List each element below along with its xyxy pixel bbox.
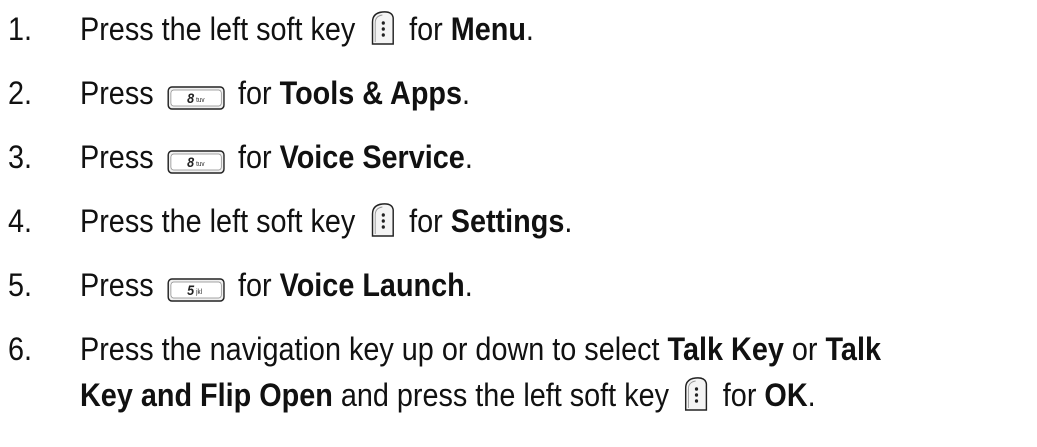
step-number: 2. [8, 75, 33, 111]
step-instruction: Press the left soft key [80, 11, 356, 47]
voice-service-target: Voice Service [279, 139, 465, 175]
left-soft-key-icon [369, 202, 396, 238]
step-connector: for [238, 139, 272, 175]
step-instruction: Press [80, 139, 154, 175]
step-text: Press 5 jkl for Voice Launch. [80, 262, 931, 308]
step-or: or [791, 331, 818, 367]
step-text: Press the left soft key for Menu. [80, 6, 931, 52]
step-number: 5. [8, 267, 33, 303]
key-5-jkl-icon: 5 jkl [167, 278, 225, 302]
step-number: 6. [8, 331, 33, 367]
step-5: 5. Press 5 jkl for Voice Launch. [8, 262, 931, 308]
step-period: . [525, 11, 534, 47]
step-connector: for [238, 267, 272, 303]
key-8-tuv-icon: 8 tuv [167, 150, 225, 174]
step-period: . [564, 203, 573, 239]
voice-launch-target: Voice Launch [279, 267, 465, 303]
step-6: 6. Press the navigation key up or down t… [8, 326, 931, 418]
step-instruction: Press [80, 267, 154, 303]
left-soft-key-icon [682, 376, 709, 412]
step-number: 3. [8, 139, 33, 175]
key-8-tuv-icon: 8 tuv [167, 86, 225, 110]
step-2: 2. Press 8 tuv for Tools & Apps. [8, 70, 931, 116]
step-4: 4. Press the left soft key for Settings. [8, 198, 931, 244]
tools-apps-target: Tools & Apps [279, 75, 463, 111]
key-digit: 8 [187, 90, 195, 106]
key-letters: tuv [196, 97, 205, 104]
step-period: . [464, 267, 473, 303]
step-instruction: Press the left soft key [80, 203, 356, 239]
step-number: 1. [8, 11, 33, 47]
key-letters: tuv [196, 161, 205, 168]
instruction-list: 1. Press the left soft key for Menu. 2. … [8, 6, 1033, 436]
step-instruction: Press the navigation key up or down to s… [80, 331, 660, 367]
key-digit: 5 [187, 282, 195, 298]
key-letters: jkl [195, 289, 202, 296]
ok-target: OK [764, 377, 808, 413]
talk-key-option: Talk Key [667, 331, 784, 367]
key-digit: 8 [187, 154, 195, 170]
step-text: Press the navigation key up or down to s… [80, 326, 931, 418]
step-connector: for [409, 11, 443, 47]
step-period: . [462, 75, 471, 111]
step-period: . [464, 139, 473, 175]
step-and: and press the left soft key [340, 377, 670, 413]
step-connector: for [238, 75, 272, 111]
step-period: . [807, 377, 816, 413]
menu-target: Menu [450, 11, 526, 47]
left-soft-key-icon [369, 10, 396, 46]
step-text: Press 8 tuv for Voice Service. [80, 134, 931, 180]
step-number: 4. [8, 203, 33, 239]
step-1: 1. Press the left soft key for Menu. [8, 6, 931, 52]
settings-target: Settings [450, 203, 565, 239]
step-text: Press 8 tuv for Tools & Apps. [80, 70, 931, 116]
step-text: Press the left soft key for Settings. [80, 198, 931, 244]
step-connector: for [409, 203, 443, 239]
step-instruction: Press [80, 75, 154, 111]
step-connector: for [722, 377, 757, 413]
step-3: 3. Press 8 tuv for Voice Service. [8, 134, 931, 180]
